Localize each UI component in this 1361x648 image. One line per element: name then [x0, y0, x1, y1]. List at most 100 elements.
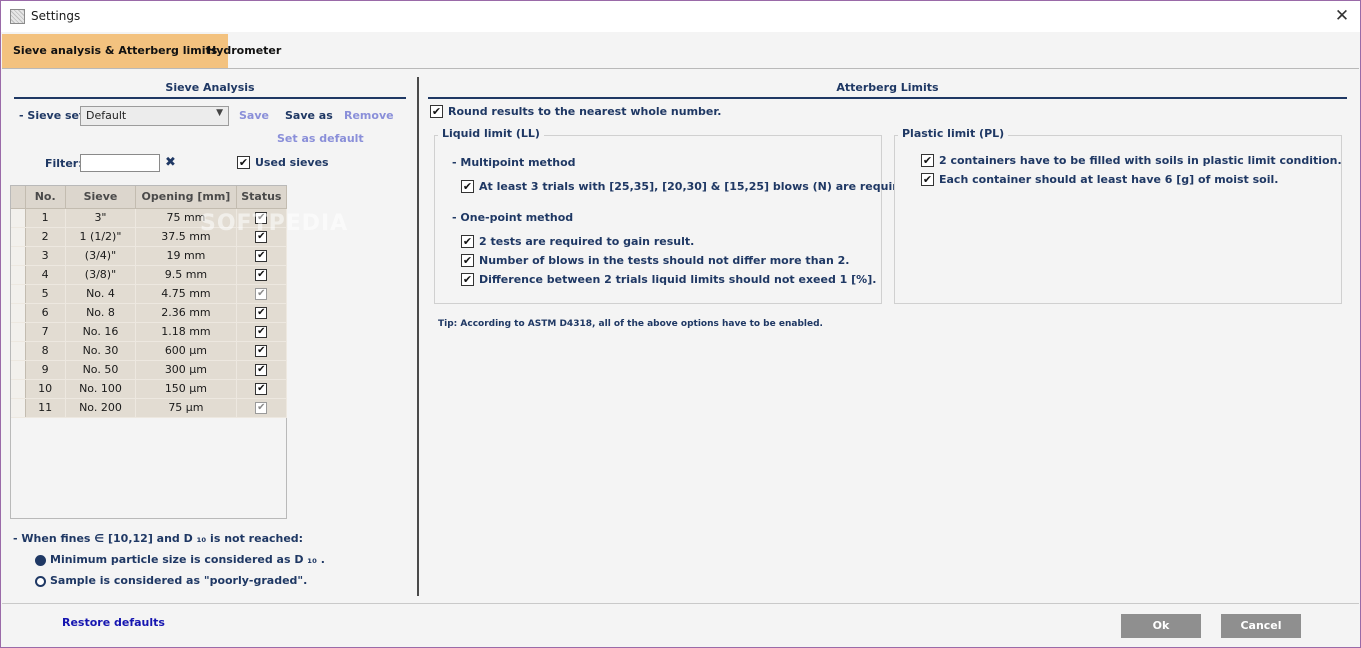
cell-opening: 600 µm [135, 341, 237, 361]
sieve-set-value: Default [86, 109, 127, 122]
chevron-down-icon: ▼ [216, 108, 223, 118]
cell-status: ✔ [236, 303, 288, 323]
liquid-limit-title: Liquid limit (LL) [438, 127, 544, 140]
filter-label: Filter: [45, 157, 83, 170]
set-as-default-link[interactable]: Set as default [277, 132, 364, 145]
status-checkbox[interactable]: ✔ [255, 326, 268, 338]
one-point-difference-checkbox[interactable]: ✔ [461, 273, 474, 286]
cell-no: 1 [25, 208, 66, 228]
cell-opening: 300 µm [135, 360, 237, 380]
settings-window: Settings ✕ Sieve analysis & Atterberg li… [0, 0, 1361, 648]
round-results-checkbox[interactable]: ✔ [430, 105, 443, 118]
ok-button[interactable]: Ok [1121, 614, 1201, 638]
status-checkbox[interactable]: ✔ [255, 383, 268, 395]
cell-sieve: No. 50 [65, 360, 137, 380]
table-row[interactable]: 10 No. 100 150 µm ✔ [11, 379, 288, 399]
plastic-limit-title: Plastic limit (PL) [898, 127, 1009, 140]
min-particle-label[interactable]: Minimum particle size is considered as D… [50, 553, 325, 566]
status-checkbox[interactable]: ✔ [255, 212, 268, 224]
table-row[interactable]: 1 3" 75 mm ✔ [11, 208, 288, 228]
status-checkbox[interactable]: ✔ [255, 307, 268, 319]
row-header-cell[interactable] [11, 379, 26, 399]
tab-sieve-atterberg[interactable]: Sieve analysis & Atterberg limits [2, 34, 229, 68]
cell-no: 4 [25, 265, 66, 285]
row-header-cell[interactable] [11, 208, 26, 228]
one-point-difference-label: Difference between 2 trials liquid limit… [479, 273, 877, 286]
multipoint-method-title: - Multipoint method [452, 156, 576, 169]
min-particle-radio[interactable] [35, 555, 46, 566]
table-row[interactable]: 5 No. 4 4.75 mm ✔ [11, 284, 288, 304]
table-row[interactable]: 8 No. 30 600 µm ✔ [11, 341, 288, 361]
remove-link[interactable]: Remove [344, 109, 394, 122]
status-checkbox[interactable]: ✔ [255, 269, 268, 281]
pl-containers-label: 2 containers have to be filled with soil… [939, 154, 1342, 167]
cell-status: ✔ [236, 246, 288, 266]
multipoint-trials-checkbox[interactable]: ✔ [461, 180, 474, 193]
one-point-blows-checkbox[interactable]: ✔ [461, 254, 474, 267]
row-header-cell[interactable] [11, 360, 26, 380]
pl-moist-soil-checkbox[interactable]: ✔ [921, 173, 934, 186]
sieve-set-label: - Sieve set: [19, 109, 89, 122]
cell-no: 11 [25, 398, 66, 418]
one-point-tests-checkbox[interactable]: ✔ [461, 235, 474, 248]
row-header-cell[interactable] [11, 265, 26, 285]
column-header-sieve[interactable]: Sieve [65, 186, 137, 209]
table-row[interactable]: 3 (3/4)" 19 mm ✔ [11, 246, 288, 266]
close-icon[interactable]: ✕ [1328, 3, 1356, 29]
row-header-cell[interactable] [11, 341, 26, 361]
row-header-cell[interactable] [11, 227, 26, 247]
column-header-status[interactable]: Status [236, 186, 288, 209]
table-row[interactable]: 7 No. 16 1.18 mm ✔ [11, 322, 288, 342]
used-sieves-checkbox[interactable]: ✔ [237, 156, 250, 169]
filter-input[interactable] [80, 154, 160, 172]
cancel-button[interactable]: Cancel [1221, 614, 1301, 638]
status-checkbox[interactable]: ✔ [255, 364, 268, 376]
round-results-label: Round results to the nearest whole numbe… [448, 105, 722, 118]
save-link[interactable]: Save [239, 109, 269, 122]
cell-sieve: (3/4)" [65, 246, 137, 266]
table-row[interactable]: 21 (1/2)" 37.5 mm ✔ [11, 227, 288, 247]
cell-no: 10 [25, 379, 66, 399]
status-checkbox[interactable]: ✔ [255, 231, 268, 243]
row-header-cell[interactable] [11, 303, 26, 323]
panel-divider [417, 77, 419, 596]
table-row[interactable]: 9 No. 50 300 µm ✔ [11, 360, 288, 380]
table-row[interactable]: 11 No. 200 75 µm ✔ [11, 398, 288, 418]
status-checkbox[interactable]: ✔ [255, 250, 268, 262]
cell-opening: 1.18 mm [135, 322, 237, 342]
cell-no: 6 [25, 303, 66, 323]
cell-sieve: No. 30 [65, 341, 137, 361]
one-point-blows-label: Number of blows in the tests should not … [479, 254, 850, 267]
cell-status: ✔ [236, 360, 288, 380]
table-row[interactable]: 6 No. 8 2.36 mm ✔ [11, 303, 288, 323]
pl-containers-checkbox[interactable]: ✔ [921, 154, 934, 167]
row-header-corner [11, 186, 26, 209]
row-header-cell[interactable] [11, 284, 26, 304]
column-header-opening[interactable]: Opening [mm] [135, 186, 237, 209]
column-header-no[interactable]: No. [25, 186, 66, 209]
sieve-set-select[interactable]: Default ▼ [80, 106, 229, 126]
row-header-cell[interactable] [11, 398, 26, 418]
tab-hydrometer[interactable]: Hydrometer [196, 34, 292, 68]
table-row[interactable]: 4 (3/8)" 9.5 mm ✔ [11, 265, 288, 285]
cell-status: ✔ [236, 379, 288, 399]
pl-moist-soil-label: Each container should at least have 6 [g… [939, 173, 1279, 186]
cell-status: ✔ [236, 341, 288, 361]
footer-divider [2, 603, 1359, 604]
sieve-table-body: 1 3" 75 mm ✔ 2 1 (1/2)" 37.5 mm ✔ 3 (3/4)" 19 mm ✔ 4… [11, 208, 288, 418]
clear-filter-icon[interactable]: ✖ [165, 155, 176, 170]
poorly-graded-radio[interactable] [35, 576, 46, 587]
status-checkbox[interactable]: ✔ [255, 345, 268, 357]
poorly-graded-label[interactable]: Sample is considered as "poorly-graded". [50, 574, 307, 587]
window-title: Settings [31, 9, 81, 23]
restore-defaults-link[interactable]: Restore defaults [62, 616, 165, 629]
save-as-link[interactable]: Save as [285, 109, 333, 122]
fines-condition-label: - When fines ∈ [10,12] and D ₁₀ is not r… [13, 532, 304, 545]
cell-no: 5 [25, 284, 66, 304]
sieve-table: No. Sieve Opening [mm] Status 1 3" 75 mm ✔ 2… [10, 185, 288, 519]
cell-sieve: No. 16 [65, 322, 137, 342]
row-header-cell[interactable] [11, 246, 26, 266]
cell-no: 9 [25, 360, 66, 380]
row-header-cell[interactable] [11, 322, 26, 342]
astm-tip: Tip: According to ASTM D4318, all of the… [438, 319, 823, 329]
